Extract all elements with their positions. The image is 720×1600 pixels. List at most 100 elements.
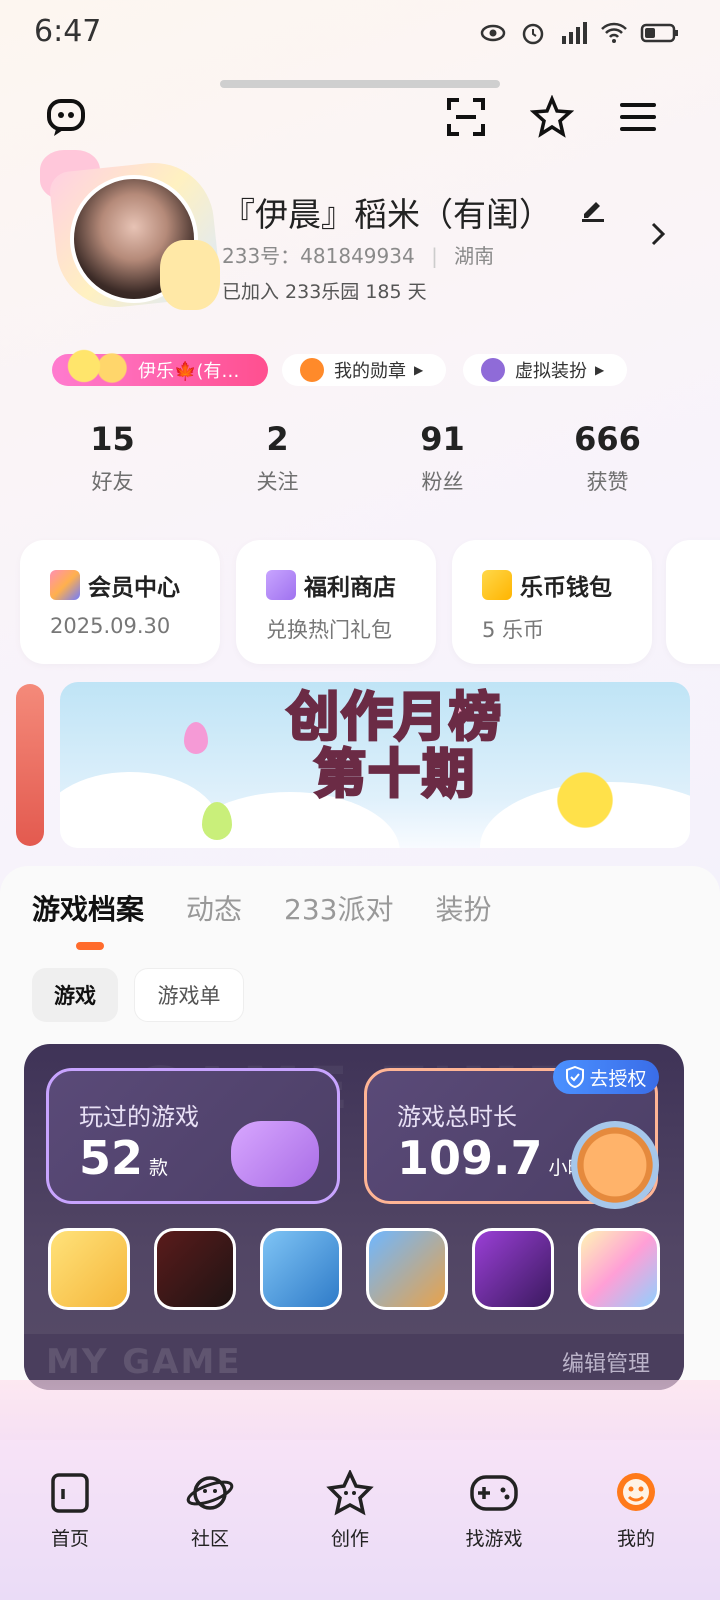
game-icon[interactable]: [578, 1228, 660, 1310]
banner-prev-peek[interactable]: [16, 684, 44, 846]
game-icon[interactable]: [48, 1228, 130, 1310]
card-title: 乐币钱包: [520, 575, 612, 601]
star-create-icon: [325, 1470, 375, 1516]
card-subtitle: 5 乐币: [482, 618, 545, 642]
status-time: 6:47: [34, 14, 102, 49]
stopwatch-art-icon: [571, 1121, 659, 1209]
tab-moments[interactable]: 动态: [186, 888, 242, 928]
vip-star-icon: [52, 346, 132, 386]
tab-233-party[interactable]: 233派对: [284, 888, 393, 928]
vip-pill[interactable]: 伊乐🍁(有…: [52, 346, 268, 386]
cat-face-icon: [481, 358, 505, 382]
more-card-partial[interactable]: [666, 540, 720, 664]
status-icons: [480, 20, 680, 46]
avatar-frame-character: [160, 240, 220, 310]
profile-icon: [611, 1470, 661, 1516]
medal-icon: [300, 358, 324, 382]
crown-icon: [50, 570, 80, 600]
game-icon[interactable]: [260, 1228, 342, 1310]
stat-following[interactable]: 2 关注: [195, 420, 360, 496]
eye-icon: [480, 20, 506, 46]
tab-dress[interactable]: 装扮: [435, 888, 491, 928]
game-icon[interactable]: [472, 1228, 554, 1310]
nav-mine[interactable]: 我的: [586, 1470, 686, 1551]
message-icon[interactable]: [44, 95, 88, 139]
panel-footer-ghost: MY GAME: [46, 1342, 242, 1382]
nav-label: 创作: [330, 1528, 369, 1550]
sheet-handle[interactable]: [220, 80, 500, 88]
balloon-icon: [184, 722, 208, 754]
game-archive-panel: GAME TIME 玩过的游戏 52 款 游戏总时长 109.7 小时 MY GAM…: [24, 1044, 684, 1390]
card-subtitle: 兑换热门礼包: [266, 618, 392, 642]
my-badges-button[interactable]: 我的勋章 ▶: [282, 354, 446, 386]
banner-title-line1: 创作月榜: [285, 688, 503, 748]
chip-games[interactable]: 游戏: [32, 968, 118, 1022]
uid-divider: |: [431, 244, 438, 268]
profile-detail-chevron-icon[interactable]: [648, 220, 668, 256]
alarm-icon: [520, 20, 546, 46]
signal-icon: [560, 20, 587, 46]
nav-community[interactable]: 社区: [160, 1470, 260, 1551]
favorite-star-icon[interactable]: [530, 95, 574, 139]
stat-friends[interactable]: 15 好友: [30, 420, 195, 496]
played-games-value: 52: [79, 1131, 144, 1185]
play-time-value: 109.7: [397, 1131, 543, 1185]
card-title: 福利商店: [304, 575, 396, 601]
profile-tabs: 游戏档案 动态 233派对 装扮: [32, 888, 492, 928]
scan-icon[interactable]: [444, 95, 488, 139]
authorize-button[interactable]: 去授权: [553, 1060, 659, 1094]
play-time-label: 游戏总时长: [397, 1103, 517, 1131]
member-center-card[interactable]: 会员中心 2025.09.30: [20, 540, 220, 664]
stat-followers[interactable]: 91 粉丝: [360, 420, 525, 496]
menu-icon[interactable]: [616, 95, 660, 139]
recent-games-list: [48, 1228, 660, 1310]
gift-icon: [266, 570, 296, 600]
avatar[interactable]: [40, 150, 222, 313]
stat-label: 粉丝: [421, 470, 464, 494]
nav-create[interactable]: 创作: [300, 1470, 400, 1551]
home-icon: [45, 1470, 95, 1516]
card-title: 会员中心: [88, 575, 180, 601]
stat-label: 获赞: [586, 470, 629, 494]
welfare-shop-card[interactable]: 福利商店 兑换热门礼包: [236, 540, 436, 664]
played-games-label: 玩过的游戏: [79, 1103, 199, 1131]
status-bar: 6:47: [0, 0, 720, 70]
triangle-right-icon: ▶: [595, 363, 605, 377]
stat-number: 2: [266, 420, 289, 458]
my-badges-label: 我的勋章: [334, 361, 406, 382]
gamepad-art-icon: [231, 1121, 319, 1187]
planet-icon: [185, 1470, 235, 1516]
banner-title-line2: 第十期: [312, 745, 476, 806]
nav-home[interactable]: 首页: [20, 1470, 120, 1551]
shield-check-icon: [566, 1066, 585, 1088]
banner-star-mascot: [540, 760, 630, 840]
stat-likes[interactable]: 666 获赞: [525, 420, 690, 496]
edit-name-icon[interactable]: [580, 198, 606, 226]
banner-title: 创作月榜 第十期: [260, 688, 530, 806]
profile-stats: 15 好友 2 关注 91 粉丝 666 获赞: [30, 420, 690, 496]
wallet-icon: [482, 570, 512, 600]
profile-joined: 已加入 233乐园 185 天: [222, 281, 427, 303]
played-games-box[interactable]: 玩过的游戏 52 款: [46, 1068, 340, 1204]
chip-game-lists[interactable]: 游戏单: [134, 968, 244, 1022]
card-subtitle: 2025.09.30: [50, 614, 171, 638]
game-icon[interactable]: [366, 1228, 448, 1310]
stat-label: 好友: [91, 470, 134, 494]
stat-label: 关注: [256, 470, 299, 494]
nav-label: 社区: [190, 1528, 229, 1550]
tab-game-archive[interactable]: 游戏档案: [32, 888, 144, 928]
nav-find-games[interactable]: 找游戏: [444, 1470, 544, 1551]
edit-manage-link[interactable]: 编辑管理: [562, 1346, 650, 1378]
played-games-unit: 款: [149, 1157, 169, 1179]
creation-ranking-banner[interactable]: 创作月榜 第十期: [60, 682, 690, 848]
coin-wallet-card[interactable]: 乐币钱包 5 乐币: [452, 540, 652, 664]
virtual-dress-button[interactable]: 虚拟装扮 ▶: [463, 354, 627, 386]
triangle-right-icon: ▶: [414, 363, 424, 377]
vip-pill-label: 伊乐🍁(有…: [138, 361, 240, 382]
game-icon[interactable]: [154, 1228, 236, 1310]
virtual-dress-label: 虚拟装扮: [515, 361, 587, 382]
profile-uid: 233号：481849934: [222, 244, 415, 268]
gamepad-icon: [469, 1470, 519, 1516]
authorize-label: 去授权: [589, 1067, 647, 1090]
profile-uid-line: 233号：481849934 | 湖南: [222, 240, 494, 269]
